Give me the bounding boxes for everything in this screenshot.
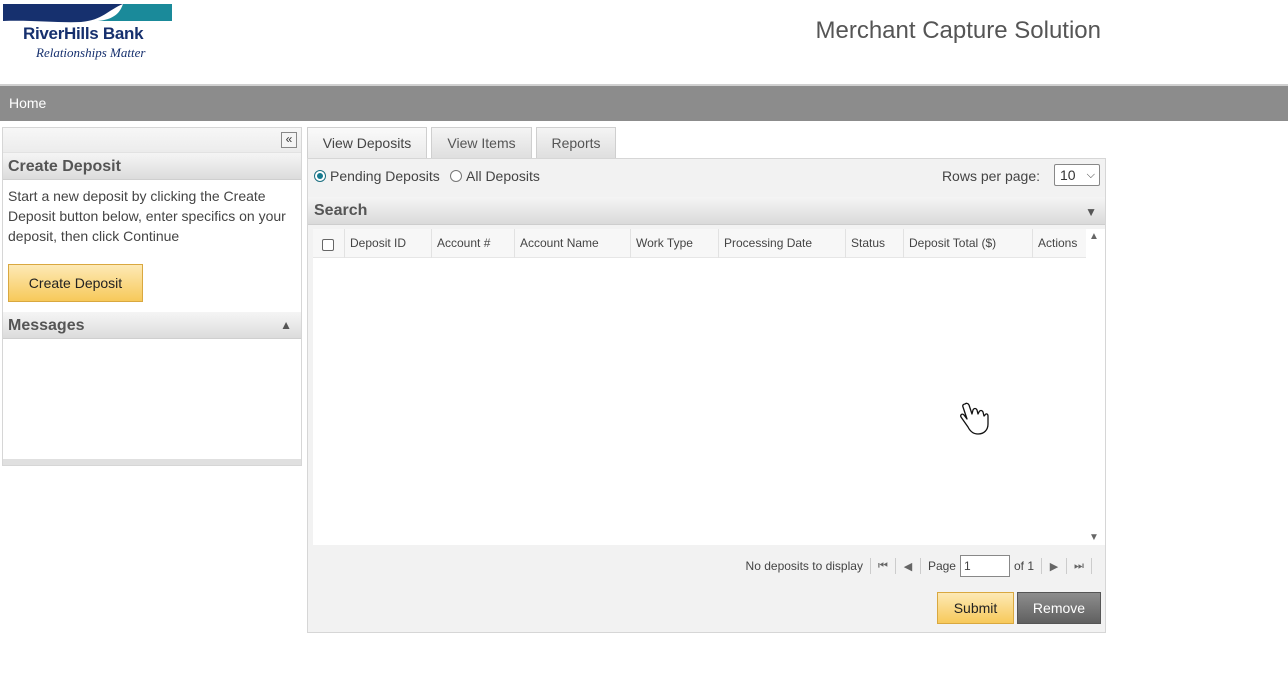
app-header: RiverHills Bank Relationships Matter Mer… <box>0 0 1288 84</box>
create-deposit-description: Start a new deposit by clicking the Crea… <box>8 188 286 244</box>
pending-deposits-label: Pending Deposits <box>330 168 440 184</box>
tab-reports[interactable]: Reports <box>536 127 616 159</box>
page-total-label: of 1 <box>1013 559 1034 573</box>
select-all-cell <box>313 229 345 258</box>
pager-divider <box>919 558 921 574</box>
app-title: Merchant Capture Solution <box>815 17 1102 44</box>
pager-divider <box>869 558 871 574</box>
pager-status: No deposits to display <box>745 559 863 573</box>
tab-view-items[interactable]: View Items <box>431 127 532 159</box>
rows-per-page-value: 10 <box>1060 167 1076 183</box>
search-title: Search <box>314 202 368 219</box>
create-deposit-title: Create Deposit <box>8 158 121 175</box>
previous-page-icon[interactable]: ◀ <box>903 560 913 573</box>
messages-body <box>3 339 301 461</box>
scroll-up-icon[interactable]: ▲ <box>1089 231 1099 242</box>
page-number-input[interactable]: 1 <box>959 555 1010 577</box>
collapse-panel-icon[interactable]: « <box>281 132 297 148</box>
collapse-messages-icon[interactable]: ▲ <box>280 312 292 339</box>
logo-tagline: Relationships Matter <box>36 45 146 60</box>
radio-unselected-icon[interactable] <box>450 170 462 182</box>
pager-divider <box>1066 558 1067 574</box>
next-page-icon[interactable]: ▶ <box>1049 560 1059 573</box>
hand-cursor-icon <box>960 402 989 435</box>
col-actions: Actions <box>1038 236 1078 250</box>
left-panel-footer <box>3 459 301 465</box>
messages-header[interactable]: Messages ▲ <box>3 312 301 339</box>
filter-row: Pending Deposits All Deposits Rows per p… <box>308 159 1105 195</box>
page-label: Page <box>927 559 956 573</box>
remove-button[interactable]: Remove <box>1017 592 1101 624</box>
col-processing-date[interactable]: Processing Date <box>719 229 846 258</box>
col-work-type[interactable]: Work Type <box>631 229 719 258</box>
pager-divider <box>1091 558 1092 574</box>
nav-home-link[interactable]: Home <box>9 95 46 111</box>
deposits-grid: Deposit ID Account # Account Name Work T… <box>313 229 1105 545</box>
col-account-name[interactable]: Account Name <box>515 229 631 258</box>
expand-search-icon[interactable]: ▼ <box>1085 198 1097 226</box>
messages-title: Messages <box>8 317 85 334</box>
submit-button[interactable]: Submit <box>937 592 1014 624</box>
pager-divider <box>894 558 896 574</box>
col-deposit-total[interactable]: Deposit Total ($) <box>904 229 1033 258</box>
select-all-checkbox[interactable] <box>322 239 334 251</box>
create-deposit-button[interactable]: Create Deposit <box>8 264 143 302</box>
search-header[interactable]: Search ▼ <box>308 197 1105 225</box>
rows-per-page-label: Rows per page: <box>941 168 1040 184</box>
left-panel-toolbar: « <box>3 128 301 153</box>
deposits-panel: Pending Deposits All Deposits Rows per p… <box>307 158 1106 633</box>
radio-selected-icon[interactable] <box>314 170 326 182</box>
chevron-down-icon: ⌵ <box>1086 169 1095 181</box>
first-page-icon[interactable]: ⏮ <box>878 560 888 573</box>
rows-per-page-select[interactable]: 10 ⌵ <box>1054 164 1100 186</box>
nav-bar: Home <box>0 84 1288 121</box>
col-deposit-id[interactable]: Deposit ID <box>345 229 432 258</box>
pending-deposits-radio[interactable]: Pending Deposits <box>314 168 440 184</box>
logo-bank-name: RiverHills Bank <box>23 24 144 43</box>
tab-view-deposits[interactable]: View Deposits <box>307 127 427 159</box>
grid-scrollbar[interactable]: ▲ ▼ <box>1086 229 1105 545</box>
last-page-icon[interactable]: ⏭ <box>1074 560 1084 573</box>
left-panel: « Create Deposit Start a new deposit by … <box>2 127 302 466</box>
pager-divider <box>1041 558 1042 574</box>
bank-logo[interactable]: RiverHills Bank Relationships Matter <box>3 4 172 62</box>
all-deposits-label: All Deposits <box>466 168 540 184</box>
create-deposit-header: Create Deposit <box>3 153 301 180</box>
scroll-down-icon[interactable]: ▼ <box>1089 532 1099 543</box>
grid-header: Deposit ID Account # Account Name Work T… <box>313 229 1086 258</box>
col-status[interactable]: Status <box>846 229 904 258</box>
col-account-number[interactable]: Account # <box>432 229 515 258</box>
all-deposits-radio[interactable]: All Deposits <box>450 168 540 184</box>
pager: No deposits to display ⏮ ◀ Page 1 of 1 ▶… <box>746 554 1099 578</box>
